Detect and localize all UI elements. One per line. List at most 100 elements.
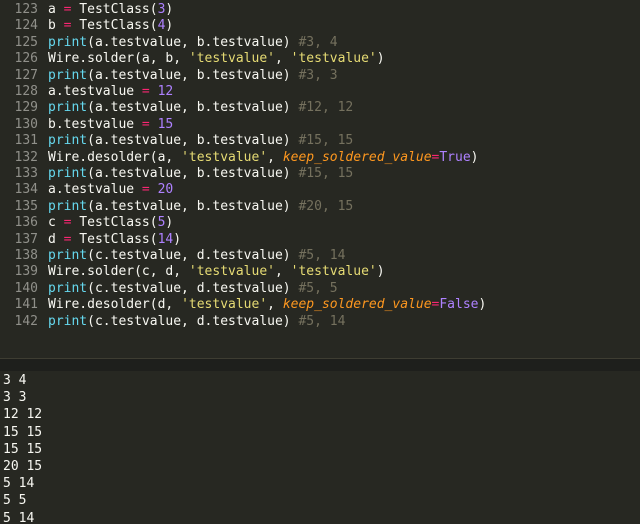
code-token: #5, 5 — [298, 280, 338, 296]
code-token: keep_soldered_value — [282, 297, 432, 313]
code-token: ) — [470, 149, 479, 165]
code-line[interactable]: 126 Wire.solder(a, b, 'testvalue', 'testv… — [0, 51, 385, 67]
code-token: 12 — [157, 84, 174, 99]
code-token: #12, 12 — [298, 100, 354, 116]
code-line[interactable]: 134 a.testvalue = 20 — [0, 182, 174, 198]
line-number: 134 — [14, 182, 38, 198]
output-console[interactable]: 3 43 3 12 12 15 15 15 15 20 15 5 14 5 55 14 — [0, 371, 640, 524]
output-line: 20 15 — [3, 459, 43, 474]
code-token: , — [267, 149, 283, 165]
code-token: (a.testvalue, b.testvalue) — [87, 100, 299, 116]
code-line[interactable]: 136 c = TestClass(5) — [0, 215, 174, 231]
code-token: (c.testvalue, d.testvalue) — [87, 280, 299, 296]
code-token: ) — [165, 18, 174, 34]
output-line: 3 4 — [3, 373, 27, 388]
code-line[interactable]: 132 Wire.desolder(a, 'testvalue', keep_so… — [0, 150, 479, 166]
code-token: #15, 15 — [298, 133, 354, 149]
output-line: 12 12 — [3, 407, 43, 423]
line-number: 123 — [14, 2, 38, 17]
code-token: a.testvalue — [48, 182, 142, 198]
code-token: (a.testvalue, b.testvalue) — [87, 67, 299, 83]
code-token: b.testvalue — [48, 116, 142, 132]
code-token: 15 — [157, 116, 174, 132]
code-token: Wire.desolder(d, — [48, 297, 182, 313]
code-token: TestClass( — [71, 2, 158, 17]
code-token: (a.testvalue, b.testvalue) — [87, 133, 299, 149]
code-line[interactable]: 133 print(a.testvalue, b.testvalue) #15, … — [0, 166, 354, 182]
code-token: Wire.desolder(a, — [48, 149, 182, 165]
line-number: 129 — [14, 100, 38, 116]
code-line[interactable]: 140 print(c.testvalue, d.testvalue) #5, 5 — [0, 281, 338, 297]
code-line[interactable]: 142 print(c.testvalue, d.testvalue) #5, 1… — [0, 313, 346, 330]
code-token: print — [48, 166, 88, 181]
code-token: ) — [173, 231, 182, 247]
code-token: TestClass( — [71, 18, 158, 34]
code-token: d — [48, 231, 64, 247]
code-token: print — [48, 198, 88, 214]
code-token: a — [48, 2, 64, 17]
output-line: 5 5 — [3, 493, 27, 509]
code-token: Wire.solder(c, d, — [48, 264, 189, 280]
code-token: a.testvalue — [48, 84, 142, 99]
code-editor[interactable]: 123 a = TestClass(3) 124 b = TestClass(4) 12… — [0, 0, 640, 358]
code-line[interactable]: 130 b.testvalue = 15 — [0, 116, 174, 133]
code-token: Wire.solder(a, b, — [48, 51, 189, 67]
code-token: print — [48, 67, 88, 83]
code-token: print — [48, 100, 88, 116]
code-line[interactable]: 131 print(a.testvalue, b.testvalue) #15, … — [0, 133, 354, 149]
code-token: ) — [165, 215, 174, 231]
code-token: = — [141, 182, 150, 198]
code-token: ) — [376, 51, 385, 67]
code-line[interactable]: 139 Wire.solder(c, d, 'testvalue', 'testv… — [0, 264, 385, 280]
code-line[interactable]: 123 a = TestClass(3) — [0, 2, 174, 18]
code-token: b — [48, 18, 64, 34]
code-token: (c.testvalue, d.testvalue) — [87, 313, 299, 329]
output-line: 5 14 — [3, 510, 35, 524]
line-number: 131 — [14, 133, 38, 149]
code-token: 'testvalue' — [181, 297, 268, 313]
line-number: 137 — [14, 231, 38, 247]
code-line[interactable]: 137 d = TestClass(14) — [0, 231, 182, 248]
code-line[interactable]: 141 Wire.desolder(d, 'testvalue', keep_so… — [0, 297, 487, 313]
code-token: , — [274, 51, 291, 67]
code-line[interactable]: 128 a.testvalue = 12 — [0, 84, 174, 100]
code-token: #5, 14 — [298, 313, 346, 329]
output-line: 5 14 — [3, 476, 35, 492]
line-number: 139 — [14, 264, 38, 280]
code-line[interactable]: 138 print(c.testvalue, d.testvalue) #5, 1… — [0, 248, 346, 264]
code-token: (c.testvalue, d.testvalue) — [87, 248, 299, 263]
code-token: 'testvalue' — [290, 264, 377, 280]
code-token: 14 — [157, 231, 174, 247]
line-number: 132 — [14, 149, 38, 165]
code-token: #15, 15 — [298, 166, 354, 181]
line-number: 133 — [14, 166, 38, 181]
code-line[interactable]: 124 b = TestClass(4) — [0, 18, 174, 34]
code-token: #5, 14 — [298, 248, 346, 263]
code-token: ) — [478, 297, 487, 313]
code-token: False — [439, 297, 479, 313]
panel-splitter[interactable] — [0, 358, 640, 372]
line-number: 141 — [14, 297, 38, 313]
line-number: 140 — [14, 280, 38, 296]
code-line[interactable]: 127 print(a.testvalue, b.testvalue) #3, 3 — [0, 68, 338, 84]
line-number: 130 — [14, 116, 38, 132]
code-line[interactable]: 135 print(a.testvalue, b.testvalue) #20, … — [0, 198, 354, 215]
line-number: 142 — [14, 313, 38, 329]
code-line[interactable]: 125 print(a.testvalue, b.testvalue) #3, 4 — [0, 35, 338, 51]
code-token: print — [48, 313, 88, 329]
code-token: #3, 3 — [298, 67, 338, 83]
code-line[interactable]: 129 print(a.testvalue, b.testvalue) #12, … — [0, 100, 354, 116]
output-line: 3 3 — [3, 390, 27, 406]
line-number: 126 — [14, 51, 38, 67]
code-token: = — [141, 84, 150, 99]
code-token: #20, 15 — [298, 198, 354, 214]
line-number: 135 — [14, 198, 38, 214]
line-number: 138 — [14, 248, 38, 263]
code-token: print — [48, 34, 88, 50]
code-token: keep_soldered_value — [282, 149, 432, 165]
code-token: (a.testvalue, b.testvalue) — [87, 166, 299, 181]
line-number: 128 — [14, 84, 38, 99]
